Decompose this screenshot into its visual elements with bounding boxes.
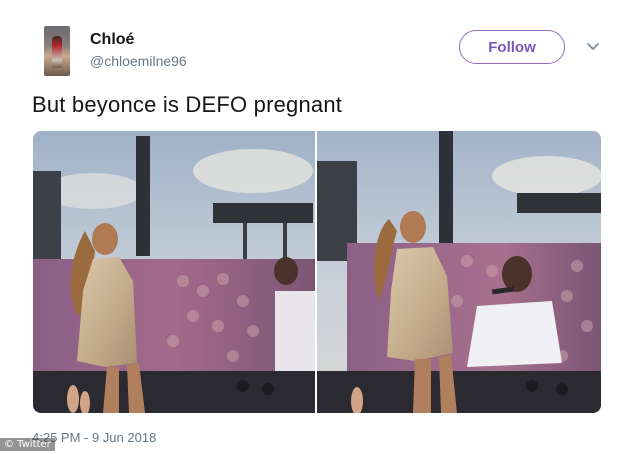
follow-button[interactable]: Follow [459,30,565,64]
tweet-photo-2[interactable] [317,131,601,413]
tweet-photo-1[interactable] [33,131,315,413]
watermark: © Twitter [0,438,55,451]
display-name[interactable]: Chloé [90,31,134,49]
avatar[interactable] [44,26,70,76]
tweet-text: But beyonce is DEFO pregnant [32,92,343,117]
user-handle[interactable]: @chloemilne96 [90,53,187,69]
avatar-figure [52,36,62,68]
chevron-down-icon[interactable] [586,40,600,54]
